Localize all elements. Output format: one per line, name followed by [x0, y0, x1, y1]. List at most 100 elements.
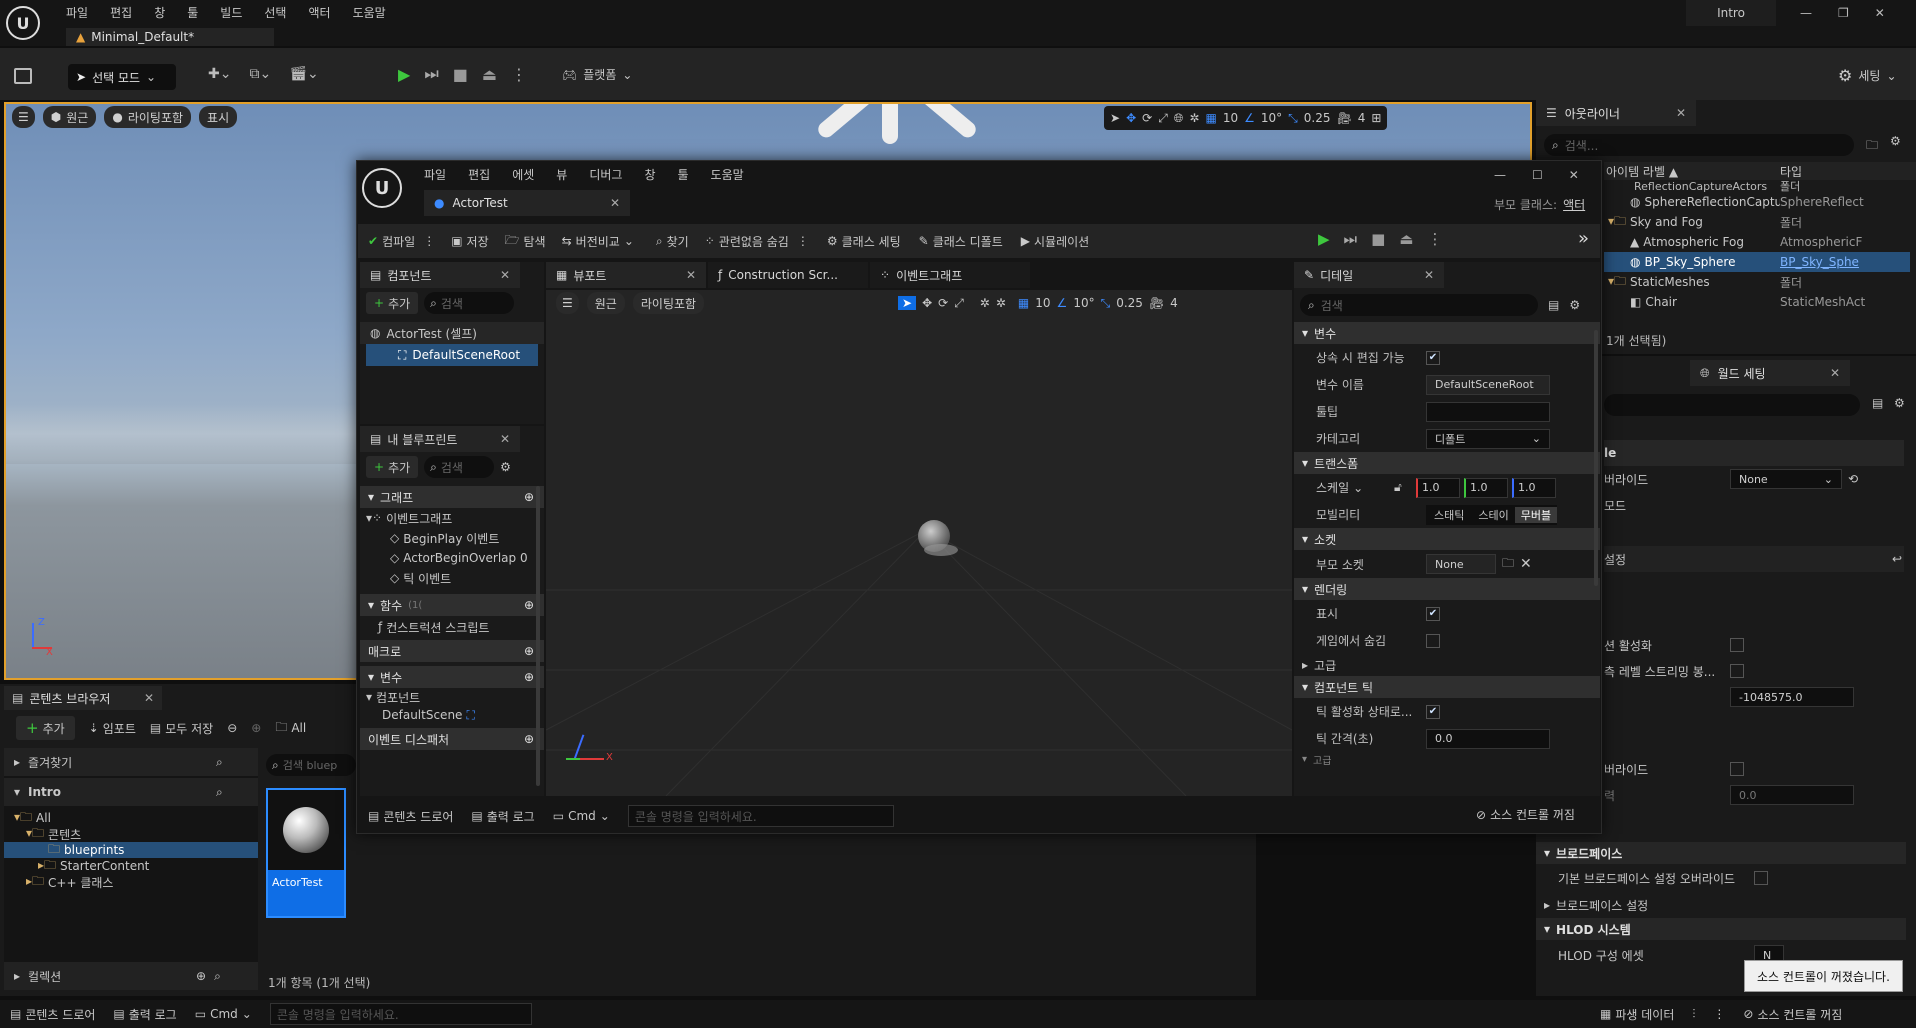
components-search[interactable]: ⌕ 검색 — [424, 292, 515, 314]
stop-icon[interactable]: ■ — [453, 65, 468, 84]
my-blueprint-close-icon[interactable]: ✕ — [500, 432, 510, 446]
macros-section[interactable]: 매크로 ⊕ — [360, 640, 544, 662]
outliner-row[interactable]: ▾🗀︎ StaticMeshes 폴더 — [1604, 272, 1910, 292]
content-drawer-button[interactable]: ▤ 콘텐츠 드로어 — [10, 1006, 95, 1023]
ws-checkbox[interactable] — [1730, 762, 1744, 776]
favorites-header[interactable]: ▸ 즐겨찾기 ⌕ — [4, 748, 258, 776]
world-settings-close-icon[interactable]: ✕ — [1830, 366, 1840, 380]
tab-construction-script[interactable]: ƒ Construction Scr... — [708, 262, 868, 288]
table-view-icon[interactable]: ▤ — [1548, 298, 1559, 312]
event-item[interactable]: ◇ 틱 이벤트 — [360, 568, 544, 588]
camera-speed-value[interactable]: 4 — [1170, 296, 1178, 310]
maximize-icon[interactable]: ☐ — [1532, 168, 1543, 182]
search-icon[interactable]: ⌕ — [216, 755, 223, 770]
derived-data-button[interactable]: ▦ 파생 데이터 — [1600, 1006, 1674, 1023]
content-browser-tab[interactable]: ▤ 콘텐츠 브라우저 ✕ — [4, 686, 162, 710]
close-icon[interactable]: ✕ — [1569, 168, 1579, 182]
cb-save-all-button[interactable]: ▤ 모두 저장 — [150, 720, 213, 737]
step-icon[interactable]: ⏭ — [1344, 230, 1358, 248]
camera-speed-icon[interactable]: 🎥︎ — [1336, 111, 1351, 125]
scale-z-field[interactable]: 1.0 — [1512, 477, 1556, 498]
more-options-icon[interactable]: ⋮ — [511, 65, 527, 84]
bp-console-input[interactable]: 콘솔 명령을 입력하세요. — [627, 805, 894, 827]
grid-snap-value[interactable]: 10 — [1223, 111, 1238, 125]
bp-source-control-button[interactable]: ⊘ 소스 컨트롤 꺼짐 — [1476, 806, 1575, 823]
visible-checkbox[interactable]: ✔ — [1426, 606, 1440, 621]
compile-options-icon[interactable]: ⋮ — [423, 234, 435, 248]
variable-name-field[interactable]: DefaultSceneRoot — [1426, 374, 1550, 395]
event-item[interactable]: ◇ BeginPlay 이벤트 — [360, 528, 544, 548]
bp-content-drawer-button[interactable]: ▤ 콘텐츠 드로어 — [368, 808, 453, 825]
bp-save-button[interactable]: ▣ 저장 — [451, 233, 488, 250]
outliner-settings-icon[interactable]: ⚙ — [1890, 134, 1901, 148]
translate-tool-icon[interactable]: ✥ — [1126, 111, 1136, 125]
col-item-label[interactable]: 아이템 라벨 ▲ — [1604, 163, 1780, 180]
hidden-in-game-checkbox[interactable] — [1426, 633, 1440, 648]
components-close-icon[interactable]: ✕ — [500, 268, 510, 282]
scale-snap-value[interactable]: 0.25 — [1304, 111, 1331, 125]
construction-script-item[interactable]: ƒ 컨스트럭션 스크립트 — [360, 616, 544, 638]
outliner-row[interactable]: ▾🗀︎ Sky and Fog 폴더 — [1604, 212, 1910, 232]
menu-select[interactable]: 선택 — [264, 4, 286, 21]
section-cut-row[interactable]: ▾ 고급 — [1294, 752, 1600, 767]
menu-tools[interactable]: 툴 — [187, 4, 198, 21]
eject-icon[interactable]: ⏏ — [1399, 230, 1413, 248]
graph-section[interactable]: ▾ 그래프 ⊕ — [360, 486, 544, 508]
mobility-stationary[interactable]: 스테이 — [1472, 507, 1514, 523]
scale-snap-icon[interactable]: ⤡ — [1101, 296, 1111, 311]
cb-path-breadcrumb[interactable]: 🗀︎ All — [275, 718, 306, 739]
game-mode-override-dropdown[interactable]: None ⌄ — [1730, 469, 1842, 489]
variables-section[interactable]: ▾ 변수 ⊕ — [360, 666, 544, 688]
components-group-item[interactable]: ▾ 컴포넌트 — [360, 688, 544, 706]
clear-icon[interactable]: ✕ — [1520, 556, 1532, 572]
scale-snap-icon[interactable]: ⤡ — [1288, 111, 1298, 126]
tab-viewport[interactable]: ▦ 뷰포트 ✕ — [546, 262, 706, 288]
section-transform[interactable]: ▾ 트랜스폼 — [1294, 452, 1600, 474]
variable-item[interactable]: DefaultScene ⛶ — [360, 706, 544, 724]
menu-actor[interactable]: 액터 — [308, 4, 330, 21]
diff-button[interactable]: ⇆ 버전비교 ⌄ — [562, 233, 634, 250]
functions-section[interactable]: ▾ 함수 (1(⊕ — [360, 594, 544, 616]
save-icon[interactable] — [14, 68, 32, 84]
angle-snap-value[interactable]: 10° — [1073, 296, 1094, 310]
menu-build[interactable]: 빌드 — [220, 4, 242, 21]
outliner-row[interactable]: ◍SphereReflectionCapture10SphereReflect — [1604, 192, 1910, 212]
collections-header[interactable]: ▸ 컬렉션 ⊕ ⌕ — [4, 962, 258, 990]
mobility-movable[interactable]: 무버블 — [1514, 506, 1558, 523]
reset-icon[interactable]: ⟲ — [1848, 472, 1858, 486]
cmd-dropdown[interactable]: ▭ Cmd ⌄ — [195, 1007, 252, 1021]
bp-perspective-button[interactable]: 원근 — [586, 292, 625, 314]
details-settings-icon[interactable]: ⚙ — [1894, 396, 1905, 410]
show-button[interactable]: 표시 — [199, 106, 238, 128]
scale-tool-icon[interactable]: ⤢ — [954, 296, 964, 311]
section-component-tick[interactable]: ▾ 컴포넌트 틱 — [1294, 676, 1600, 698]
grid-snap-value[interactable]: 10 — [1035, 296, 1050, 310]
outliner-row[interactable]: ◧ Chair StaticMeshAct — [1604, 292, 1910, 312]
bp-menu-edit[interactable]: 편집 — [468, 166, 490, 183]
ws-value-field[interactable]: 0.0 — [1730, 785, 1854, 805]
world-settings-search[interactable] — [1604, 394, 1860, 416]
bp-tab-close-icon[interactable]: ✕ — [610, 196, 620, 210]
scale-dropdown[interactable]: 스케일 ⌄ — [1316, 479, 1390, 496]
component-item-root[interactable]: ⛶ DefaultSceneRoot — [366, 344, 538, 366]
browse-button[interactable]: 🗁︎ 탐색 — [505, 231, 546, 252]
bp-lit-button[interactable]: 라이팅포함 — [632, 292, 705, 314]
angle-snap-icon[interactable]: ∠ — [1057, 296, 1068, 310]
project-tab[interactable]: ▲ Minimal_Default* — [66, 28, 274, 46]
parent-socket-field[interactable]: None — [1426, 554, 1496, 574]
add-graph-icon[interactable]: ⊕ — [524, 490, 534, 504]
kill-z-field[interactable]: -1048575.0 — [1730, 687, 1854, 707]
cb-add-button[interactable]: + 추가 — [16, 716, 75, 740]
scale-x-field[interactable]: 1.0 — [1416, 477, 1460, 498]
source-control-button[interactable]: ⊘ 소스 컨트롤 꺼짐 — [1743, 1006, 1842, 1023]
instance-editable-checkbox[interactable]: ✔ — [1426, 350, 1440, 365]
scale-tool-icon[interactable]: ⤢ — [1158, 111, 1168, 126]
compile-button[interactable]: ✔ 컴파일 — [368, 233, 415, 250]
ws-checkbox[interactable] — [1730, 664, 1744, 678]
tree-item[interactable]: ▾🗀︎ 콘텐츠 — [4, 826, 258, 842]
broadphase-settings-row[interactable]: ▸ 브로드페이스 설정 — [1536, 892, 1906, 918]
bp-cmd-dropdown[interactable]: ▭ Cmd ⌄ — [553, 809, 610, 823]
parent-class-link[interactable]: 액터 — [1563, 196, 1585, 213]
translate-tool-icon[interactable]: ✥ — [922, 296, 932, 310]
broadphase-override-checkbox[interactable] — [1754, 871, 1768, 885]
